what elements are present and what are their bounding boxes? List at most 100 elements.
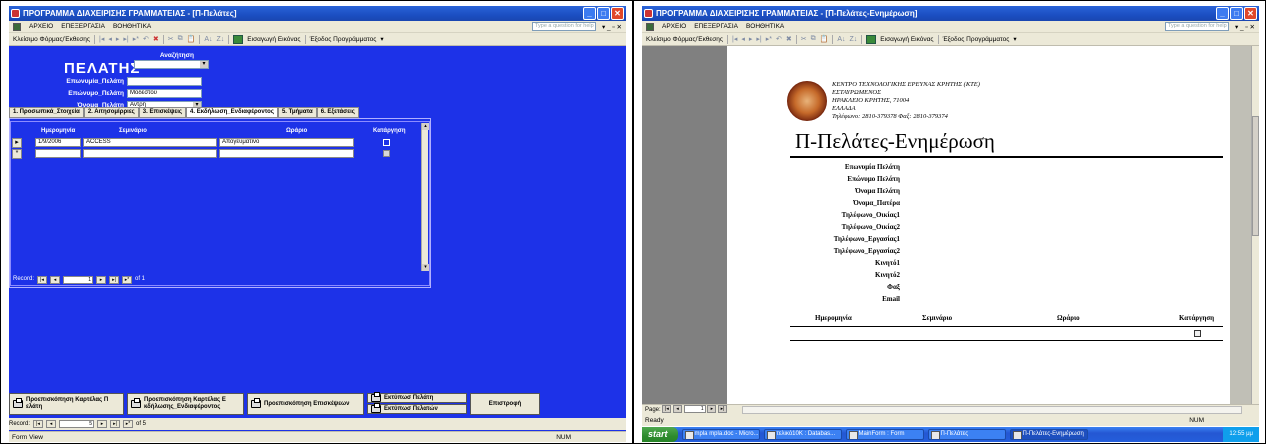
- date-cell[interactable]: 1/9/2006: [35, 138, 81, 147]
- menu-file[interactable]: ΑΡΧΕΙΟ: [29, 23, 53, 30]
- preview-interest-card-button[interactable]: Προεπισκόπηση Καρτέλας Ε κδήλωσης_Ενδιαφ…: [127, 393, 244, 415]
- tab-personal[interactable]: 1. Προσωπικά_Στοιχεία: [9, 107, 84, 118]
- next-record-button[interactable]: ▸: [97, 420, 108, 428]
- autofind-combo[interactable]: [134, 60, 209, 69]
- menu-edit[interactable]: ΕΠΕΞΕΡΓΑΣΙΑ: [61, 23, 105, 30]
- new-seminar-cell[interactable]: [83, 149, 217, 158]
- print-customers-button[interactable]: Εκτύπωσ Πελατών: [367, 403, 467, 414]
- exit-program-button[interactable]: Έξοδος Προγράμματος: [943, 36, 1010, 43]
- preview-horizontal-scrollbar[interactable]: [742, 406, 1242, 414]
- first-record-button[interactable]: |◂: [33, 420, 44, 428]
- sort-ascending-icon[interactable]: A↓: [204, 36, 212, 43]
- tab-interest[interactable]: 4. Εκδήλωση_Ενδιαφέροντος: [186, 107, 278, 118]
- last-page-button[interactable]: ▸|: [718, 405, 728, 414]
- new-record-icon[interactable]: ▸*: [766, 35, 772, 43]
- prev-page-button[interactable]: ◂: [673, 405, 683, 414]
- last-record-button[interactable]: ▸|: [110, 420, 121, 428]
- taskbar-item[interactable]: Π-Πελάτες: [927, 429, 1006, 440]
- new-schedule-cell[interactable]: [219, 149, 354, 158]
- field-label: Email: [882, 295, 900, 303]
- new-record-button[interactable]: ▸*: [123, 420, 134, 428]
- paste-icon[interactable]: 📋: [820, 35, 829, 43]
- cut-icon[interactable]: ✂: [801, 35, 807, 43]
- insert-image-button[interactable]: Εισαγωγή Εικόνας: [880, 36, 933, 43]
- menu-tools[interactable]: ΒΟΗΘΗΤΙΚΑ: [746, 23, 784, 30]
- new-date-cell[interactable]: [35, 149, 81, 158]
- new-row-selector[interactable]: *: [12, 149, 22, 159]
- close-form-button[interactable]: Κλείσιμο Φόρμας/Έκθεσης: [13, 36, 90, 43]
- preview-vertical-scrollbar[interactable]: [1251, 46, 1259, 404]
- sort-ascending-icon[interactable]: A↓: [837, 36, 845, 43]
- copy-icon[interactable]: ⧉: [811, 35, 816, 43]
- start-button[interactable]: start: [642, 427, 678, 442]
- help-search-input[interactable]: Type a question for help: [531, 22, 596, 31]
- sort-descending-icon[interactable]: Z↓: [217, 36, 225, 43]
- taskbar-item[interactable]: MainForm : Form: [845, 429, 924, 440]
- first-record-icon[interactable]: |◂: [99, 35, 104, 43]
- delete-record-icon[interactable]: ✖: [153, 35, 159, 43]
- record-number-input[interactable]: 1: [63, 275, 94, 284]
- cut-icon[interactable]: ✂: [168, 35, 174, 43]
- prev-record-button[interactable]: ◂: [50, 275, 61, 284]
- taskbar-item[interactable]: mpla mpla.doc - Micro...: [681, 429, 760, 440]
- close-button[interactable]: ✕: [1244, 7, 1257, 20]
- paste-icon[interactable]: 📋: [187, 35, 196, 43]
- close-button[interactable]: ✕: [611, 7, 624, 20]
- prev-record-button[interactable]: ◂: [46, 420, 57, 428]
- menu-tools[interactable]: ΒΟΗΘΗΤΙΚΑ: [113, 23, 151, 30]
- tab-exams[interactable]: 6. Εξετάσεις: [316, 107, 359, 118]
- tab-requests[interactable]: 2. Αιτησομίρριες: [83, 107, 139, 118]
- previous-record-icon[interactable]: ◂: [741, 35, 745, 43]
- subform-scrollbar[interactable]: ▴ ▾: [421, 123, 429, 271]
- mdi-controls[interactable]: ▾ _ ▫ ✕: [1235, 23, 1255, 31]
- close-form-button[interactable]: Κλείσιμο Φόρμας/Έκθεσης: [646, 36, 723, 43]
- help-search-input[interactable]: Type a question for help: [1164, 22, 1229, 31]
- first-record-button[interactable]: |◂: [37, 275, 48, 284]
- record-number-input[interactable]: 5: [59, 420, 95, 428]
- return-button[interactable]: Επιστροφή: [470, 393, 540, 415]
- printer-icon: [251, 398, 261, 408]
- first-record-icon[interactable]: |◂: [732, 35, 737, 43]
- last-record-button[interactable]: ▸|: [109, 275, 120, 284]
- first-page-button[interactable]: |◂: [662, 405, 672, 414]
- tab-visits[interactable]: 3. Επισκέψεις: [138, 107, 187, 118]
- preview-visits-button[interactable]: Προεπισκόπηση Επισκέψεων: [247, 393, 364, 415]
- undo-icon[interactable]: ↶: [776, 35, 782, 43]
- menu-file[interactable]: ΑΡΧΕΙΟ: [662, 23, 686, 30]
- preview-customer-card-button[interactable]: Προεπισκόπηση Καρτέλας Π ελάτη: [9, 393, 124, 415]
- last-record-icon[interactable]: ▸|: [123, 35, 128, 43]
- company-field[interactable]: [127, 77, 202, 86]
- mdi-controls[interactable]: ▾ _ ▫ ✕: [602, 23, 622, 31]
- new-record-icon[interactable]: ▸*: [133, 35, 139, 43]
- minimize-button[interactable]: _: [1216, 7, 1229, 20]
- previous-record-icon[interactable]: ◂: [108, 35, 112, 43]
- new-record-button[interactable]: ▸*: [122, 275, 133, 284]
- sort-descending-icon[interactable]: Z↓: [850, 36, 858, 43]
- toolbar: Κλείσιμο Φόρμας/Έκθεσης |◂ ◂ ▸ ▸| ▸* ↶ ✖…: [9, 33, 626, 46]
- next-record-button[interactable]: ▸: [96, 275, 107, 284]
- print-customer-button[interactable]: Εκτύπωσ Πελάτη: [367, 392, 467, 403]
- next-page-button[interactable]: ▸: [707, 405, 717, 414]
- next-record-icon[interactable]: ▸: [116, 35, 120, 43]
- taskbar-item[interactable]: τελικό10Κ : Databas...: [763, 429, 842, 440]
- new-cancel-checkbox[interactable]: [383, 150, 390, 157]
- copy-icon[interactable]: ⧉: [178, 35, 183, 43]
- current-row-selector[interactable]: ▸: [12, 138, 22, 148]
- lastname-field[interactable]: Μοδέστου: [127, 89, 202, 98]
- seminar-cell[interactable]: ACCESS: [83, 138, 217, 147]
- exit-program-button[interactable]: Έξοδος Προγράμματος: [310, 36, 377, 43]
- cancel-checkbox[interactable]: [383, 139, 390, 146]
- delete-record-icon[interactable]: ✖: [786, 35, 792, 43]
- page-number-input[interactable]: 1: [683, 405, 706, 414]
- menu-edit[interactable]: ΕΠΕΞΕΡΓΑΣΙΑ: [694, 23, 738, 30]
- last-record-icon[interactable]: ▸|: [756, 35, 761, 43]
- insert-image-button[interactable]: Εισαγωγή Εικόνας: [247, 36, 300, 43]
- tab-departments[interactable]: 5. Τμήματα: [277, 107, 317, 118]
- schedule-cell[interactable]: Απογευματινό: [219, 138, 354, 147]
- taskbar-item-active[interactable]: Π-Πελάτες-Ενημέρωση: [1009, 429, 1088, 440]
- undo-icon[interactable]: ↶: [143, 35, 149, 43]
- maximize-button[interactable]: □: [597, 7, 610, 20]
- maximize-button[interactable]: □: [1230, 7, 1243, 20]
- minimize-button[interactable]: _: [583, 7, 596, 20]
- next-record-icon[interactable]: ▸: [749, 35, 753, 43]
